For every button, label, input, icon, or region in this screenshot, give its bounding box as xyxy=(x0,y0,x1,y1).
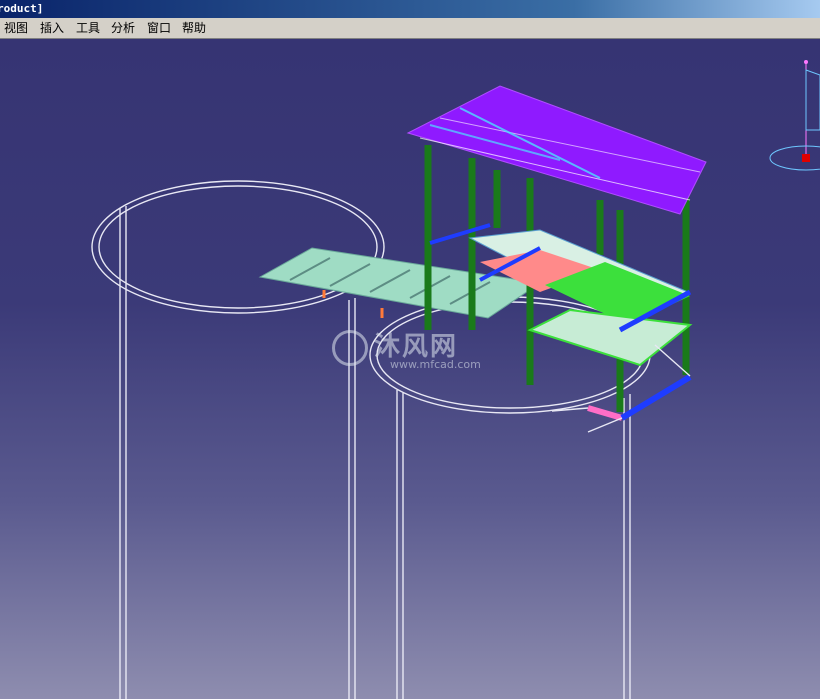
menu-bar: 视图 插入 工具 分析 窗口 帮助 xyxy=(0,18,820,39)
roof xyxy=(406,85,707,215)
window-title-bar: roduct] xyxy=(0,0,820,18)
menu-item-window[interactable]: 窗口 xyxy=(145,18,173,38)
menu-item-help[interactable]: 帮助 xyxy=(180,18,208,38)
menu-item-tools[interactable]: 工具 xyxy=(74,18,102,38)
menu-item-insert[interactable]: 插入 xyxy=(38,18,66,38)
menu-item-analyze[interactable]: 分析 xyxy=(109,18,137,38)
watermark-url: www.mfcad.com xyxy=(390,358,481,371)
menu-item-view[interactable]: 视图 xyxy=(2,18,30,38)
watermark: 沐风网 www.mfcad.com xyxy=(330,324,500,374)
compass-icon[interactable] xyxy=(769,60,820,171)
window-title: roduct] xyxy=(0,2,44,15)
3d-viewport[interactable]: 沐风网 www.mfcad.com xyxy=(0,39,820,699)
watermark-logo-icon xyxy=(332,330,368,366)
